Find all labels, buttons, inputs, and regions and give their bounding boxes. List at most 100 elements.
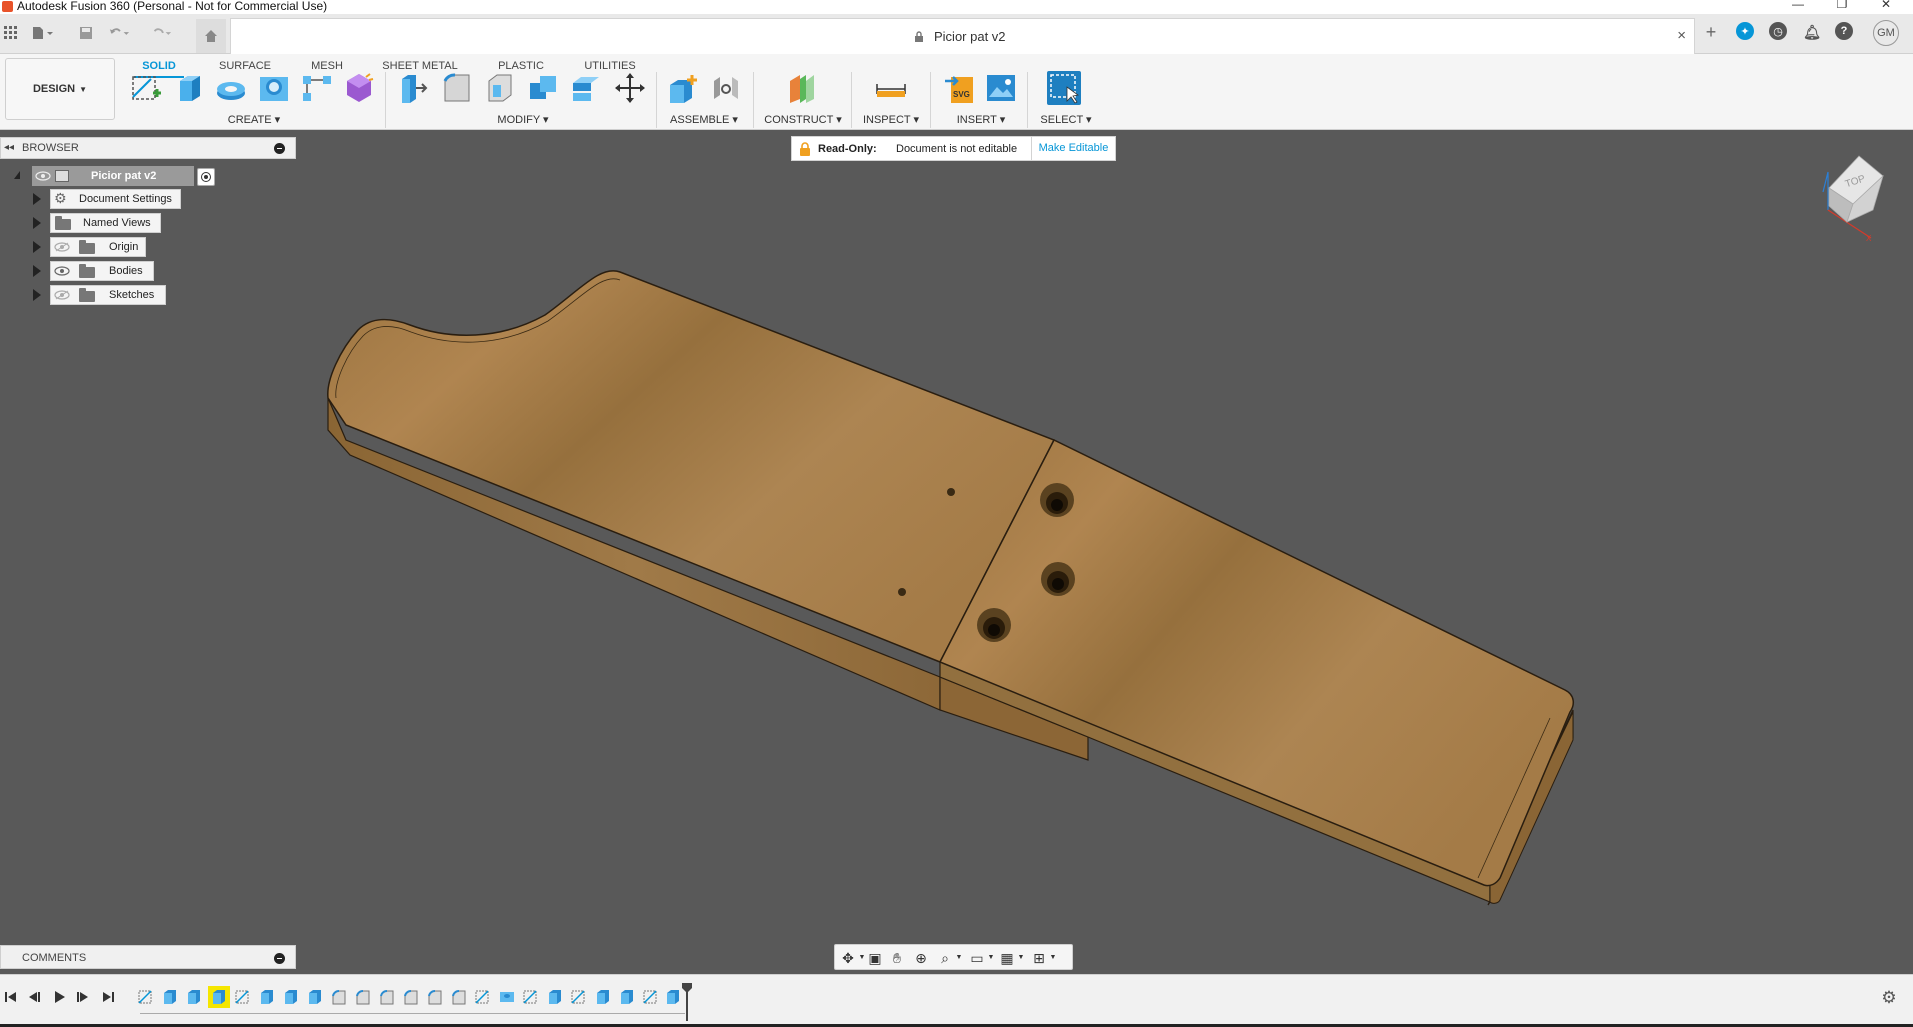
document-tab[interactable]: Picior pat v2 ×: [230, 18, 1695, 54]
timeline-extrude-icon[interactable]: [185, 988, 203, 1006]
offset-face-icon[interactable]: [569, 71, 603, 105]
data-panel-grid-icon[interactable]: [0, 22, 22, 44]
select-window-icon[interactable]: [1047, 71, 1081, 105]
browser-panel-header[interactable]: ◂◂ BROWSER: [0, 137, 296, 159]
browser-item-named-views[interactable]: Named Views: [50, 213, 161, 233]
timeline-fillet-icon[interactable]: [426, 988, 444, 1006]
insert-canvas-icon[interactable]: [984, 71, 1018, 105]
shell-icon[interactable]: [483, 71, 517, 105]
step-forward-icon[interactable]: [75, 989, 91, 1005]
save-icon[interactable]: [75, 22, 97, 44]
pattern-icon[interactable]: [300, 71, 334, 105]
activate-radio-icon[interactable]: [197, 168, 215, 186]
revolve-icon[interactable]: [214, 71, 248, 105]
hidden-eye-icon[interactable]: [54, 242, 70, 252]
pilot-hole-1[interactable]: [947, 488, 955, 496]
create-menu[interactable]: CREATE ▾: [224, 113, 284, 126]
undo-icon[interactable]: [108, 22, 130, 44]
browser-item-document-settings[interactable]: ⚙ Document Settings: [50, 189, 181, 209]
redo-icon[interactable]: [150, 22, 172, 44]
fillet-icon[interactable]: [440, 71, 474, 105]
timeline-extrude-icon[interactable]: [161, 988, 179, 1006]
view-cube[interactable]: X TOP: [1803, 152, 1893, 243]
model-viewport[interactable]: [0, 131, 1913, 971]
add-comment-icon[interactable]: [274, 953, 285, 964]
measure-icon[interactable]: [874, 71, 908, 105]
browser-root-expand[interactable]: [14, 171, 20, 179]
form-icon[interactable]: [342, 71, 376, 105]
move-copy-icon[interactable]: [613, 71, 647, 105]
user-avatar[interactable]: GM: [1873, 20, 1899, 46]
timeline-extrude-icon[interactable]: [306, 988, 324, 1006]
expand-named-views-icon[interactable]: [33, 217, 41, 229]
new-tab-plus-icon[interactable]: +: [1701, 22, 1721, 42]
timeline-hole-icon[interactable]: [498, 988, 516, 1006]
board-part-right[interactable]: [938, 439, 1575, 906]
new-component-icon[interactable]: [666, 71, 700, 105]
hole-1[interactable]: [1040, 483, 1074, 517]
timeline-extrude-icon[interactable]: [258, 988, 276, 1006]
pan-hand-icon[interactable]: ✋︎: [888, 949, 906, 967]
timeline-selected-extrude-icon[interactable]: [208, 986, 230, 1008]
hidden-eye-icon[interactable]: [54, 290, 70, 300]
timeline-sketch-icon[interactable]: [137, 988, 155, 1006]
browser-root-item[interactable]: Picior pat v2: [32, 166, 215, 186]
insert-menu[interactable]: INSERT ▾: [946, 113, 1016, 126]
job-status-icon[interactable]: ◷: [1769, 22, 1787, 40]
timeline-sketch-icon[interactable]: [474, 988, 492, 1006]
look-at-icon[interactable]: ▣: [866, 949, 884, 967]
timeline-extrude-icon[interactable]: [594, 988, 612, 1006]
press-pull-icon[interactable]: [396, 71, 430, 105]
close-window-button[interactable]: ✕: [1866, 0, 1906, 13]
browser-item-sketches[interactable]: Sketches: [50, 285, 166, 305]
timeline-fillet-icon[interactable]: [354, 988, 372, 1006]
maximize-button[interactable]: ❐: [1822, 0, 1862, 13]
timeline-marker-handle[interactable]: [681, 983, 693, 1021]
help-icon[interactable]: ?: [1835, 22, 1853, 40]
timeline-fillet-icon[interactable]: [330, 988, 348, 1006]
zoom-icon[interactable]: ⊕: [912, 949, 930, 967]
timeline-settings-gear-icon[interactable]: ⚙: [1880, 989, 1898, 1007]
timeline-fillet-icon[interactable]: [402, 988, 420, 1006]
step-back-icon[interactable]: [26, 989, 42, 1005]
combine-icon[interactable]: [526, 71, 560, 105]
visibility-eye-icon[interactable]: [35, 171, 51, 181]
timeline-fillet-icon[interactable]: [378, 988, 396, 1006]
timeline-fillet-icon[interactable]: [450, 988, 468, 1006]
expand-bodies-icon[interactable]: [33, 265, 41, 277]
close-tab-icon[interactable]: ×: [1677, 27, 1686, 44]
comments-panel-header[interactable]: COMMENTS: [0, 945, 296, 969]
timeline-extrude-icon[interactable]: [618, 988, 636, 1006]
expand-document-settings-icon[interactable]: [33, 193, 41, 205]
select-menu[interactable]: SELECT ▾: [1036, 113, 1096, 126]
hole-icon[interactable]: [257, 71, 291, 105]
minimize-panel-icon[interactable]: [274, 143, 285, 154]
chevron-down-icon[interactable]: ▼: [1044, 949, 1062, 967]
timeline-sketch-icon[interactable]: [570, 988, 588, 1006]
expand-origin-icon[interactable]: [33, 241, 41, 253]
play-icon[interactable]: [51, 989, 67, 1005]
timeline-sketch-icon[interactable]: [234, 988, 252, 1006]
create-sketch-icon[interactable]: [129, 71, 163, 105]
extrude-icon[interactable]: [172, 71, 206, 105]
go-to-end-icon[interactable]: [100, 989, 116, 1005]
collapse-browser-icon[interactable]: ◂◂: [4, 142, 14, 153]
insert-svg-icon[interactable]: SVG: [943, 71, 977, 105]
construct-menu[interactable]: CONSTRUCT ▾: [762, 113, 844, 126]
pilot-hole-2[interactable]: [898, 588, 906, 596]
timeline-sketch-icon[interactable]: [522, 988, 540, 1006]
timeline-extrude-icon[interactable]: [664, 988, 682, 1006]
extensions-icon[interactable]: ✦: [1736, 22, 1754, 40]
hole-2[interactable]: [1041, 562, 1075, 596]
go-to-start-icon[interactable]: [3, 989, 19, 1005]
make-editable-button[interactable]: Make Editable: [1031, 137, 1115, 160]
joint-icon[interactable]: [709, 71, 743, 105]
chevron-down-icon[interactable]: ▼: [950, 949, 968, 967]
hole-3[interactable]: [977, 608, 1011, 642]
chevron-down-icon[interactable]: ▼: [1012, 949, 1030, 967]
file-menu-icon[interactable]: [32, 22, 54, 44]
timeline-extrude-icon[interactable]: [282, 988, 300, 1006]
offset-plane-icon[interactable]: [785, 71, 819, 105]
assemble-menu[interactable]: ASSEMBLE ▾: [666, 113, 742, 126]
browser-item-bodies[interactable]: Bodies: [50, 261, 154, 281]
